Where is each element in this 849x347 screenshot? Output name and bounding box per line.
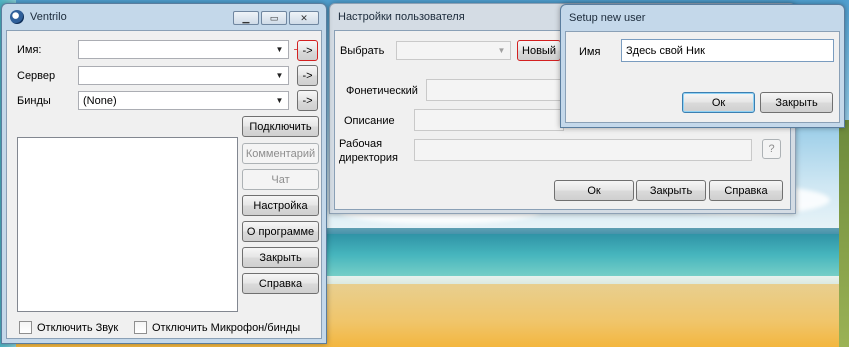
ok-button[interactable]: Ок [554, 180, 634, 201]
close-icon[interactable]: ✕ [289, 11, 319, 25]
mute-mic-checkbox[interactable] [134, 321, 147, 334]
close-button[interactable]: Закрыть [636, 180, 706, 201]
chevron-down-icon: ▼ [275, 71, 284, 80]
setup-new-user-client: Имя Ок Закрыть [565, 31, 840, 123]
chevron-down-icon: ▼ [275, 96, 284, 105]
minimize-icon[interactable]: ▁ [233, 11, 259, 25]
channel-user-list[interactable] [17, 137, 238, 312]
ventrilo-client: Имя: ▼ → -> Сервер ▼ -> Бинды (None) ▼ -… [6, 30, 322, 339]
wallpaper-edge [839, 120, 849, 347]
workdir-label-line1: Рабочая [339, 138, 383, 150]
ventrilo-logo-icon [10, 10, 24, 24]
server-select[interactable]: ▼ [78, 66, 289, 85]
name-select[interactable]: ▼ [78, 40, 289, 59]
name-field[interactable] [621, 39, 834, 62]
workdir-label-line2: директория [339, 152, 398, 164]
chat-button[interactable]: Чат [242, 169, 319, 190]
setup-new-user-window: Setup new user Имя Ок Закрыть [560, 4, 845, 128]
name-arrow-button[interactable]: -> [297, 40, 318, 61]
ventrilo-window: Ventrilo ▁ ▭ ✕ Имя: ▼ → -> Сервер ▼ -> Б… [1, 3, 327, 344]
about-button[interactable]: О программе [242, 221, 319, 242]
binds-value: (None) [83, 95, 117, 107]
chevron-down-icon: ▼ [497, 46, 506, 55]
mute-sound-checkbox[interactable] [19, 321, 32, 334]
ok-button[interactable]: Ок [682, 92, 755, 113]
window-title: Настройки пользователя [338, 11, 465, 23]
mute-mic-label: Отключить Микрофон/бинды [152, 322, 301, 334]
binds-arrow-button[interactable]: -> [297, 90, 318, 111]
comment-button[interactable]: Комментарий [242, 143, 319, 164]
setup-new-user-titlebar: Setup new user [561, 5, 844, 31]
server-label: Сервер [17, 70, 56, 82]
help-icon[interactable]: ? [762, 139, 781, 159]
phonetic-label: Фонетический [346, 85, 418, 97]
name-input[interactable] [622, 40, 833, 61]
binds-select[interactable]: (None) ▼ [78, 91, 289, 110]
settings-button[interactable]: Настройка [242, 195, 319, 216]
choose-label: Выбрать [340, 45, 385, 57]
help-button[interactable]: Справка [709, 180, 783, 201]
user-select[interactable]: ▼ [396, 41, 511, 60]
description-field[interactable] [414, 109, 564, 131]
name-label: Имя: [17, 44, 42, 56]
close-button[interactable]: Закрыть [242, 247, 319, 268]
description-label: Описание [344, 115, 395, 127]
workdir-field[interactable] [414, 139, 752, 161]
chevron-down-icon: ▼ [275, 45, 284, 54]
connect-button[interactable]: Подключить [242, 116, 319, 137]
new-user-button[interactable]: Новый [517, 40, 561, 61]
binds-label: Бинды [17, 95, 51, 107]
help-button[interactable]: Справка [242, 273, 319, 294]
name-label: Имя [579, 46, 601, 58]
window-title: Setup new user [569, 12, 646, 24]
maximize-icon[interactable]: ▭ [261, 11, 287, 25]
window-title: Ventrilo [30, 11, 67, 23]
phonetic-field[interactable] [426, 79, 576, 101]
mute-sound-label: Отключить Звук [37, 322, 119, 334]
server-arrow-button[interactable]: -> [297, 65, 318, 86]
close-button[interactable]: Закрыть [760, 92, 833, 113]
